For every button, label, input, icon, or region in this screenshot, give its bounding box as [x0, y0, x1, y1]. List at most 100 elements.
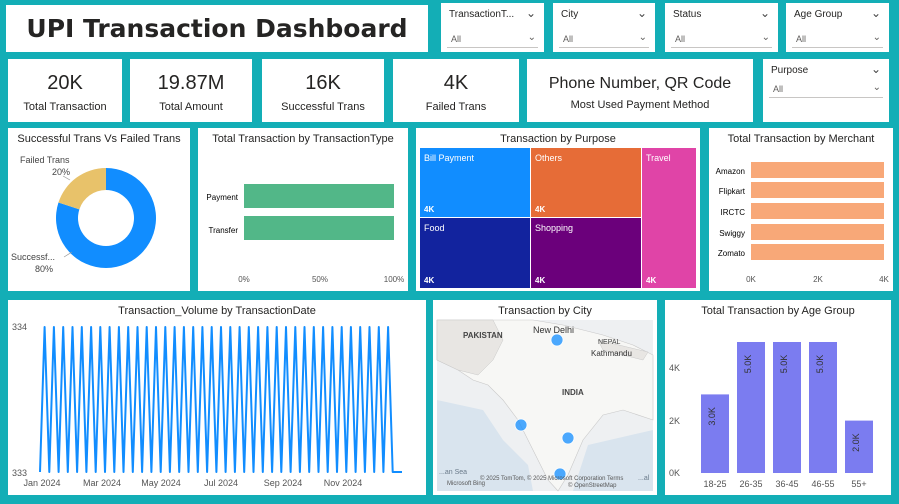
- map-label-nepal: NEPAL: [598, 339, 621, 346]
- x-tick-0: 0%: [238, 275, 250, 284]
- bar-value-label: 5.0K: [779, 355, 789, 374]
- kpi-label: Total Amount: [159, 101, 223, 113]
- x-tick-0k: 0K: [746, 275, 756, 284]
- x-tick-2k: 2K: [813, 275, 823, 284]
- kpi-value: 4K: [443, 72, 469, 94]
- slicer-label: TransactionT...: [449, 9, 515, 20]
- slicer-dropdown[interactable]: All ⌄: [769, 82, 883, 98]
- bar-value-label: 3.0K: [707, 407, 717, 426]
- slicer-city[interactable]: City ⌄ All ⌄: [553, 3, 655, 52]
- treemap-label: Others: [535, 153, 563, 163]
- chevron-down-icon[interactable]: ⌄: [871, 6, 881, 20]
- volume-line-chart-card: Transaction_Volume by TransactionDate 33…: [8, 300, 426, 495]
- category-label-swiggy: Swiggy: [719, 229, 745, 238]
- map-label-kathmandu: Kathmandu: [591, 349, 632, 358]
- x-tick-55-plus: 55+: [851, 479, 866, 489]
- slicer-transaction-type[interactable]: TransactionT... ⌄ All ⌄: [441, 3, 544, 52]
- city-map[interactable]: PAKISTAN New Delhi NEPAL Kathmandu INDIA…: [433, 300, 657, 495]
- chevron-down-icon[interactable]: ⌄: [526, 6, 536, 20]
- city-map-card: Transaction by City PAKISTAN New Delhi N…: [433, 300, 657, 495]
- slicer-dropdown[interactable]: All ⌄: [671, 32, 772, 48]
- x-tick-26-35: 26-35: [739, 479, 762, 489]
- x-tick-36-45: 36-45: [775, 479, 798, 489]
- treemap-cell-food[interactable]: Food 4K: [420, 218, 530, 288]
- x-tick-4k: 4K: [879, 275, 889, 284]
- y-tick-0k: 0K: [669, 468, 680, 478]
- kpi-label: Total Transaction: [23, 101, 107, 113]
- kpi-label: Most Used Payment Method: [570, 98, 710, 111]
- transaction-type-chart-card: Total Transaction by TransactionType Pay…: [198, 128, 408, 291]
- bar-flipkart[interactable]: [751, 182, 884, 198]
- bar-zomato[interactable]: [751, 244, 884, 260]
- slicer-value: All: [773, 84, 784, 94]
- slicer-value: All: [563, 34, 574, 44]
- map-label-new-delhi: New Delhi: [533, 325, 574, 335]
- age-group-chart-card: Total Transaction by Age Group 4K 2K 0K …: [665, 300, 891, 495]
- x-tick-jan: Jan 2024: [23, 478, 60, 488]
- bar-value-label: 2.0K: [851, 433, 861, 452]
- bar-18-25[interactable]: [701, 394, 729, 473]
- map-label-sea: ...an Sea: [439, 469, 467, 476]
- treemap-cell-others[interactable]: Others 4K: [531, 148, 641, 217]
- treemap-label: Bill Payment: [424, 153, 475, 163]
- kpi-successful-trans: 16K Successful Trans: [262, 59, 384, 122]
- slicer-label: City: [561, 9, 579, 20]
- slicer-status[interactable]: Status ⌄ All ⌄: [665, 3, 778, 52]
- dropdown-caret-icon: ⌄: [761, 32, 770, 43]
- category-label-payment: Payment: [206, 193, 238, 202]
- treemap-cell-bill-payment[interactable]: Bill Payment 4K: [420, 148, 530, 217]
- chevron-down-icon[interactable]: ⌄: [871, 62, 881, 76]
- dropdown-caret-icon: ⌄: [872, 32, 881, 43]
- volume-line-series[interactable]: [39, 326, 402, 473]
- map-copyright[interactable]: © 2025 TomTom, © 2025 Microsoft Corporat…: [480, 475, 623, 482]
- bar-value-label: 5.0K: [743, 355, 753, 374]
- y-tick-4k: 4K: [669, 363, 680, 373]
- map-bubble-delhi[interactable]: [550, 333, 564, 347]
- x-tick-100: 100%: [384, 275, 404, 284]
- bar-irctc[interactable]: [751, 203, 884, 219]
- slicer-value: All: [451, 34, 462, 44]
- slicer-dropdown[interactable]: All ⌄: [559, 32, 649, 48]
- treemap-value: 4K: [535, 276, 546, 285]
- treemap-cell-shopping[interactable]: Shopping 4K: [531, 218, 641, 288]
- category-label-amazon: Amazon: [716, 167, 745, 176]
- category-label-transfer: Transfer: [209, 226, 239, 235]
- map-bubble-mumbai[interactable]: [514, 418, 528, 432]
- kpi-value: 16K: [305, 72, 341, 94]
- bar-transfer[interactable]: [244, 216, 394, 240]
- slicer-age-group[interactable]: Age Group ⌄ All ⌄: [786, 3, 889, 52]
- category-label-zomato: Zomato: [718, 249, 746, 258]
- slicer-dropdown[interactable]: All ⌄: [447, 32, 538, 48]
- bar-amazon[interactable]: [751, 162, 884, 178]
- slicer-dropdown[interactable]: All ⌄: [792, 32, 883, 48]
- slicer-purpose[interactable]: Purpose ⌄ All ⌄: [763, 59, 889, 122]
- treemap-value: 4K: [424, 205, 435, 214]
- purpose-treemap-card: Transaction by Purpose Bill Payment 4K O…: [416, 128, 700, 291]
- kpi-label: Successful Trans: [281, 101, 365, 113]
- map-bing-logo: Microsoft Bing: [447, 481, 485, 487]
- x-tick-50: 50%: [312, 275, 328, 284]
- slicer-value: All: [796, 34, 807, 44]
- donut-label-failed-pct: 20%: [52, 167, 70, 177]
- treemap-cell-travel[interactable]: Travel 4K: [642, 148, 696, 288]
- donut-chart: Failed Trans 20% Successf... 80%: [11, 155, 156, 274]
- bar-payment[interactable]: [244, 184, 394, 208]
- map-bubble-bengaluru[interactable]: [561, 431, 575, 445]
- treemap-value: 4K: [535, 205, 546, 214]
- dropdown-caret-icon: ⌄: [872, 82, 881, 93]
- slicer-value: All: [675, 34, 686, 44]
- category-label-irctc: IRCTC: [721, 208, 746, 217]
- merchant-bar-chart: Amazon Flipkart IRCTC Swiggy Zomato 0K 2…: [716, 162, 890, 284]
- x-tick-may: May 2024: [141, 478, 181, 488]
- x-tick-18-25: 18-25: [703, 479, 726, 489]
- kpi-total-transaction: 20K Total Transaction: [8, 59, 122, 122]
- chevron-down-icon[interactable]: ⌄: [637, 6, 647, 20]
- category-label-flipkart: Flipkart: [719, 187, 746, 196]
- dropdown-caret-icon: ⌄: [527, 32, 536, 43]
- chevron-down-icon[interactable]: ⌄: [760, 6, 770, 20]
- map-osm-credit[interactable]: © OpenStreetMap: [568, 482, 617, 489]
- x-tick-46-55: 46-55: [811, 479, 834, 489]
- bar-swiggy[interactable]: [751, 224, 884, 240]
- merchant-chart-card: Total Transaction by Merchant Amazon Fli…: [709, 128, 893, 291]
- y-tick-333: 333: [12, 468, 27, 478]
